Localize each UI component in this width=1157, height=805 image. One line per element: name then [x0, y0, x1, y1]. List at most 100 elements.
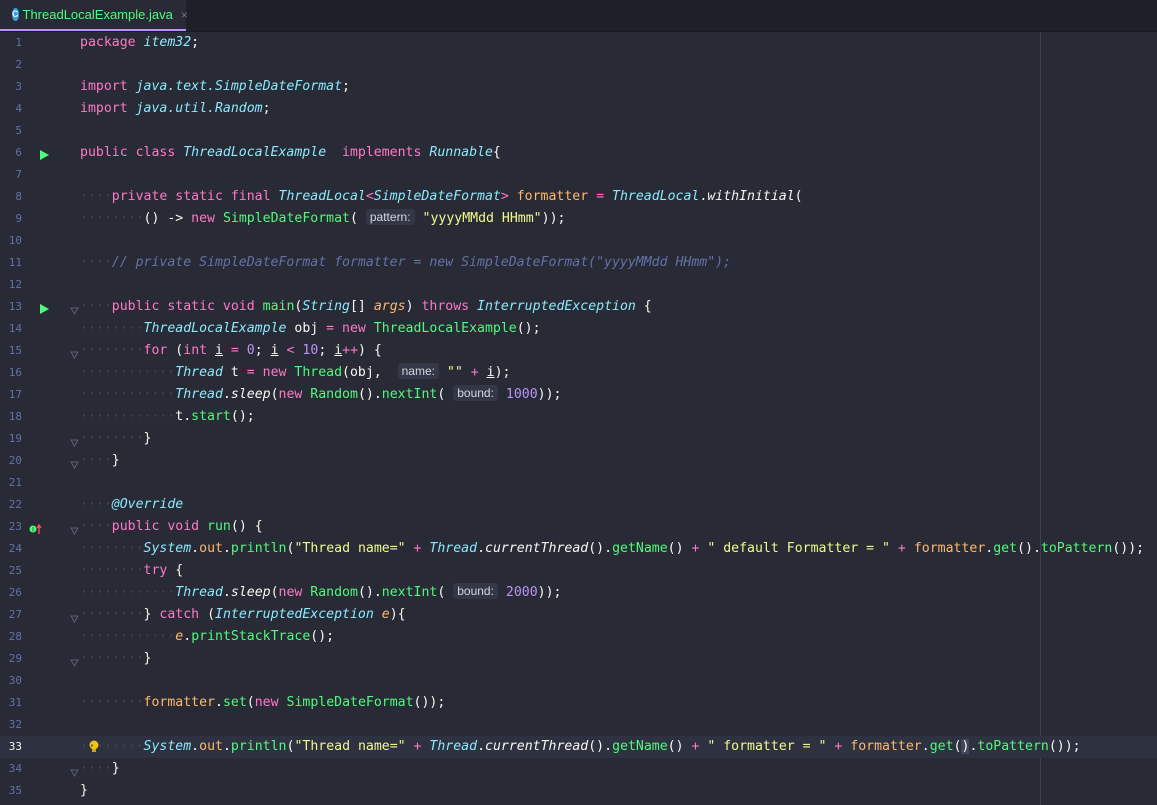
code-text[interactable]: ····} — [80, 450, 120, 472]
code-editor[interactable]: 1 package item32; 2 3 import java.text.Simpl… — [0, 32, 1157, 805]
code-text[interactable]: ········} catch (InterruptedException e)… — [80, 604, 406, 626]
code-line[interactable]: 23 I ····public void run() { — [0, 516, 1157, 538]
code-line[interactable]: 34 ····} — [0, 758, 1157, 780]
code-line[interactable]: 24 ········System.out.println("Thread nam… — [0, 538, 1157, 560]
code-text[interactable]: ····public static void main(String[] arg… — [80, 296, 652, 318]
code-token: toPattern — [1040, 541, 1113, 556]
code-token: sleep — [230, 387, 271, 402]
code-text[interactable]: ········() -> new SimpleDateFormat( patt… — [80, 208, 565, 230]
code-token: + — [826, 739, 851, 754]
code-line[interactable]: 28 ············e.printStackTrace(); — [0, 626, 1157, 648]
code-token: withInitial — [707, 189, 795, 204]
code-line[interactable]: 5 — [0, 120, 1157, 142]
editor-tab-bar: C ThreadLocalExample.java × — [0, 0, 1157, 32]
code-line[interactable]: 14 ········ThreadLocalExample obj = new T… — [0, 318, 1157, 340]
code-line[interactable]: 8 ····private static final ThreadLocal<Si… — [0, 186, 1157, 208]
code-line[interactable]: 15 ········for (int i = 0; i < 10; i++) { — [0, 340, 1157, 362]
code-line[interactable]: 6 public class ThreadLocalExample impleme… — [0, 142, 1157, 164]
line-number: 14 — [8, 322, 22, 335]
code-token: ; — [262, 101, 271, 116]
fold-marker-icon[interactable] — [70, 302, 79, 315]
code-token: ( — [246, 695, 255, 710]
code-token: 1000 — [497, 387, 538, 402]
code-line[interactable]: 2 — [0, 54, 1157, 76]
code-line[interactable]: 16 ············Thread t = new Thread(obj,… — [0, 362, 1157, 384]
fold-marker-icon[interactable] — [70, 456, 79, 469]
code-text[interactable]: } — [80, 780, 88, 802]
code-text[interactable]: ········} — [80, 428, 151, 450]
code-line[interactable]: 7 — [0, 164, 1157, 186]
file-tab[interactable]: C ThreadLocalExample.java × — [0, 0, 188, 31]
code-text[interactable]: ········for (int i = 0; i < 10; i++) { — [80, 340, 382, 362]
line-number: 20 — [8, 454, 22, 467]
code-token: item32 — [143, 35, 192, 50]
override-icon[interactable]: I — [29, 521, 42, 534]
code-text[interactable]: ········try { — [80, 560, 183, 582]
code-text[interactable]: ········formatter.set(new SimpleDateForm… — [80, 692, 445, 714]
run-icon[interactable] — [38, 301, 50, 314]
code-text[interactable]: ····// private SimpleDateFormat formatte… — [80, 252, 731, 274]
indent-whitespace: ············ — [80, 585, 176, 600]
fold-marker-icon[interactable] — [70, 346, 79, 359]
fold-marker-icon[interactable] — [70, 610, 79, 623]
code-line[interactable]: 12 — [0, 274, 1157, 296]
code-text[interactable]: ····@Override — [80, 494, 183, 516]
code-text[interactable]: import java.text.SimpleDateFormat; — [80, 76, 350, 98]
code-token: (). — [588, 739, 613, 754]
code-line[interactable]: 4 import java.util.Random; — [0, 98, 1157, 120]
code-text[interactable]: import java.util.Random; — [80, 98, 271, 120]
code-line[interactable]: 32 — [0, 714, 1157, 736]
fold-marker-icon[interactable] — [70, 654, 79, 667]
close-icon[interactable]: × — [181, 8, 188, 22]
code-text[interactable]: ············Thread.sleep(new Random().ne… — [80, 384, 561, 406]
code-line[interactable]: 27 ········} catch (InterruptedException … — [0, 604, 1157, 626]
code-line[interactable]: 1 package item32; — [0, 32, 1157, 54]
code-line[interactable]: 35} — [0, 780, 1157, 802]
line-number: 35 — [8, 784, 22, 797]
code-line[interactable]: 26 ············Thread.sleep(new Random().… — [0, 582, 1157, 604]
code-text[interactable]: ····private static final ThreadLocal<Sim… — [80, 186, 803, 208]
code-token: @Override — [111, 497, 184, 512]
code-line[interactable]: 22 ····@Override — [0, 494, 1157, 516]
code-line[interactable]: 3 import java.text.SimpleDateFormat; — [0, 76, 1157, 98]
code-text[interactable]: ············e.printStackTrace(); — [80, 626, 334, 648]
code-text[interactable]: ····} — [80, 758, 120, 780]
code-text[interactable]: ········ThreadLocalExample obj = new Thr… — [80, 318, 541, 340]
code-line[interactable]: 33 ········System.out.println("Thread nam… — [0, 736, 1157, 758]
code-line[interactable]: 9 ········() -> new SimpleDateFormat( pat… — [0, 208, 1157, 230]
code-line[interactable]: 20 ····} — [0, 450, 1157, 472]
code-line[interactable]: 18 ············t.start(); — [0, 406, 1157, 428]
code-text[interactable]: ········System.out.println("Thread name=… — [80, 736, 1081, 758]
code-text[interactable]: ············Thread.sleep(new Random().ne… — [80, 582, 561, 604]
code-line[interactable]: 31 ········formatter.set(new SimpleDateFo… — [0, 692, 1157, 714]
code-text[interactable]: ············Thread t = new Thread(obj, n… — [80, 362, 510, 384]
code-token: t — [222, 365, 247, 380]
code-token: ( — [794, 189, 803, 204]
line-number: 13 — [8, 300, 22, 313]
line-number: 19 — [8, 432, 22, 445]
code-line[interactable]: 13 ····public static void main(String[] a… — [0, 296, 1157, 318]
code-text[interactable]: package item32; — [80, 32, 199, 54]
code-line[interactable]: 17 ············Thread.sleep(new Random().… — [0, 384, 1157, 406]
code-line[interactable]: 21 — [0, 472, 1157, 494]
fold-marker-icon[interactable] — [70, 522, 79, 535]
code-line[interactable]: 11 ····// private SimpleDateFormat format… — [0, 252, 1157, 274]
code-token: println — [230, 739, 287, 754]
code-text[interactable]: ········} — [80, 648, 151, 670]
indent-whitespace: ········ — [80, 211, 144, 226]
code-line[interactable]: 29 ········} — [0, 648, 1157, 670]
code-text[interactable]: ····public void run() { — [80, 516, 263, 538]
code-token: () { — [230, 519, 263, 534]
code-token: . — [222, 541, 231, 556]
code-line[interactable]: 10 — [0, 230, 1157, 252]
fold-marker-icon[interactable] — [70, 764, 79, 777]
code-line[interactable]: 25 ········try { — [0, 560, 1157, 582]
code-text[interactable]: ········System.out.println("Thread name=… — [80, 538, 1144, 560]
code-token: printStackTrace — [191, 629, 311, 644]
code-text[interactable]: public class ThreadLocalExample implemen… — [80, 142, 501, 164]
code-line[interactable]: 30 — [0, 670, 1157, 692]
fold-marker-icon[interactable] — [70, 434, 79, 447]
code-line[interactable]: 19 ········} — [0, 428, 1157, 450]
run-icon[interactable] — [38, 147, 50, 160]
code-text[interactable]: ············t.start(); — [80, 406, 255, 428]
